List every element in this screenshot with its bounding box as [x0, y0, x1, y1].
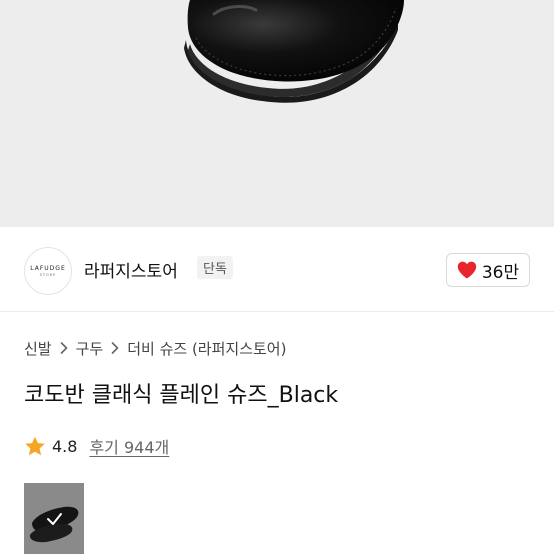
check-icon — [47, 513, 62, 525]
product-thumbnail[interactable] — [24, 483, 84, 554]
rating-row: 4.8 후기 944개 — [24, 434, 169, 458]
product-title: 코도반 클래식 플레인 슈즈_Black — [24, 383, 339, 408]
brand-row[interactable]: LAFUDGE STORE 라퍼지스토어 단독 36만 — [0, 227, 554, 311]
rating-score: 4.8 — [52, 436, 78, 456]
exclusive-badge: 단독 — [197, 256, 233, 279]
brand-name[interactable]: 라퍼지스토어 — [84, 257, 178, 282]
like-count: 36만 — [481, 262, 520, 283]
breadcrumb-item-shoes[interactable]: 신발 — [24, 338, 52, 359]
star-icon — [25, 436, 45, 455]
brand-logo-text: LAFUDGE — [30, 265, 66, 272]
breadcrumb: 신발 구두 더비 슈즈 (라퍼지스토어) — [24, 337, 286, 359]
divider — [0, 311, 554, 312]
breadcrumb-item-derby-shoes[interactable]: 더비 슈즈 (라퍼지스토어) — [127, 338, 286, 359]
chevron-right-icon — [111, 342, 119, 354]
brand-logo-subtext: STORE — [39, 273, 57, 277]
brand-logo[interactable]: LAFUDGE STORE — [24, 247, 72, 295]
product-hero-image[interactable] — [0, 0, 554, 227]
chevron-right-icon — [60, 342, 68, 354]
black-derby-shoe-image — [184, 0, 404, 103]
breadcrumb-item-dress-shoes[interactable]: 구두 — [76, 338, 104, 359]
reviews-link[interactable]: 후기 944개 — [89, 434, 169, 458]
like-button[interactable]: 36만 — [446, 253, 530, 287]
product-detail-page: LAFUDGE STORE 라퍼지스토어 단독 36만 신발 구두 더비 슈즈 … — [0, 0, 554, 554]
heart-icon — [457, 261, 477, 279]
